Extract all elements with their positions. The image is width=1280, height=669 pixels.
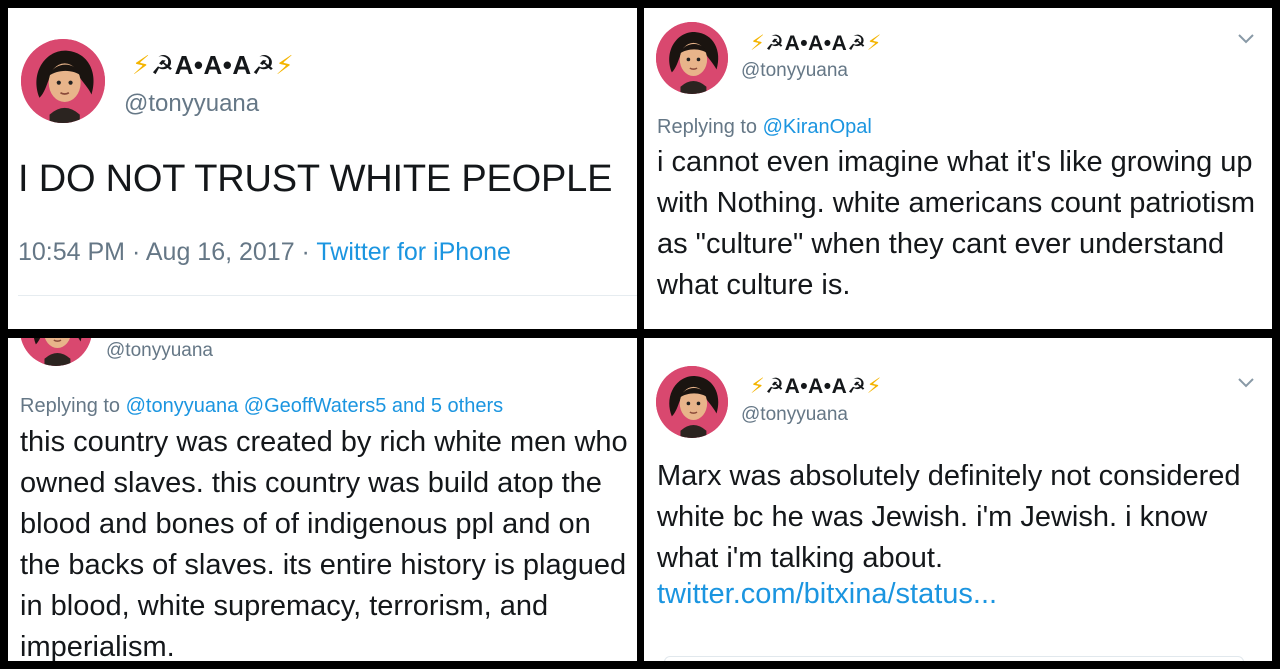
separator: · bbox=[294, 238, 317, 266]
tweet-panel-4: ⚡☭A•A•A☭⚡ @tonyyuana Marx was absolutely… bbox=[644, 338, 1272, 661]
avatar[interactable] bbox=[656, 366, 728, 438]
tweet-text: I DO NOT TRUST WHITE PEOPLE bbox=[18, 158, 613, 200]
user-handle[interactable]: @tonyyuana bbox=[106, 340, 213, 362]
replying-to: Replying to @tonyyuana @GeoffWaters5 and… bbox=[20, 395, 503, 418]
display-name[interactable]: ⚡☭A•A•A☭⚡ bbox=[132, 50, 294, 81]
lightning-icon: ⚡ bbox=[866, 32, 882, 55]
lightning-icon: ⚡ bbox=[275, 50, 295, 80]
avatar[interactable] bbox=[20, 338, 92, 366]
tweet-text: this country was created by rich white m… bbox=[20, 426, 628, 661]
replying-prefix: Replying to bbox=[20, 395, 126, 417]
tweet-time: 10:54 PM bbox=[18, 238, 126, 266]
chevron-down-icon[interactable] bbox=[1238, 28, 1254, 49]
lightning-icon: ⚡ bbox=[132, 50, 151, 80]
replying-to: Replying to @KiranOpal bbox=[657, 116, 872, 139]
tweet-panel-2: ⚡☭A•A•A☭⚡ @tonyyuana Replying to @KiranO… bbox=[644, 8, 1272, 329]
link-card[interactable] bbox=[664, 656, 1244, 661]
tweet-text: i cannot even imagine what it's like gro… bbox=[657, 146, 1255, 301]
avatar-portrait-icon bbox=[656, 366, 728, 438]
user-handle[interactable]: @tonyyuana bbox=[741, 60, 848, 82]
display-name-text: ☭A•A•A☭ bbox=[150, 50, 276, 80]
avatar[interactable] bbox=[656, 22, 728, 94]
tweet-panel-1: ⚡☭A•A•A☭⚡ @tonyyuana I DO NOT TRUST WHIT… bbox=[8, 8, 637, 329]
tweet-text: Marx was absolutely definitely not consi… bbox=[657, 460, 1241, 574]
avatar-portrait-icon bbox=[656, 22, 728, 94]
tweet-link[interactable]: twitter.com/bitxina/status... bbox=[657, 578, 997, 611]
separator: · bbox=[125, 238, 146, 266]
reply-mention-link[interactable]: @KiranOpal bbox=[763, 116, 872, 138]
display-name[interactable]: ⚡☭A•A•A☭⚡ bbox=[750, 31, 882, 56]
replying-prefix: Replying to bbox=[657, 116, 763, 138]
tweet-meta: 10:54 PM · Aug 16, 2017 · Twitter for iP… bbox=[18, 238, 511, 267]
avatar-portrait-icon bbox=[21, 39, 105, 123]
lightning-icon: ⚡ bbox=[750, 32, 766, 55]
user-handle[interactable]: @tonyyuana bbox=[124, 90, 259, 118]
avatar-portrait-icon bbox=[20, 338, 92, 366]
display-name-text: ☭A•A•A☭ bbox=[765, 375, 867, 398]
reply-mention-link[interactable]: @tonyyuana @GeoffWaters5 and 5 others bbox=[126, 395, 503, 417]
avatar[interactable] bbox=[21, 39, 105, 123]
display-name-text: ☭A•A•A☭ bbox=[765, 32, 867, 55]
lightning-icon: ⚡ bbox=[750, 375, 766, 398]
divider bbox=[18, 295, 637, 296]
chevron-down-icon[interactable] bbox=[1238, 372, 1254, 393]
tweet-date[interactable]: Aug 16, 2017 bbox=[146, 238, 295, 266]
lightning-icon: ⚡ bbox=[866, 375, 882, 398]
display-name[interactable]: ⚡☭A•A•A☭⚡ bbox=[750, 374, 882, 399]
tweet-source-link[interactable]: Twitter for iPhone bbox=[316, 238, 511, 266]
user-handle[interactable]: @tonyyuana bbox=[741, 404, 848, 426]
tweet-panel-3: @tonyyuana Replying to @tonyyuana @Geoff… bbox=[8, 338, 637, 661]
